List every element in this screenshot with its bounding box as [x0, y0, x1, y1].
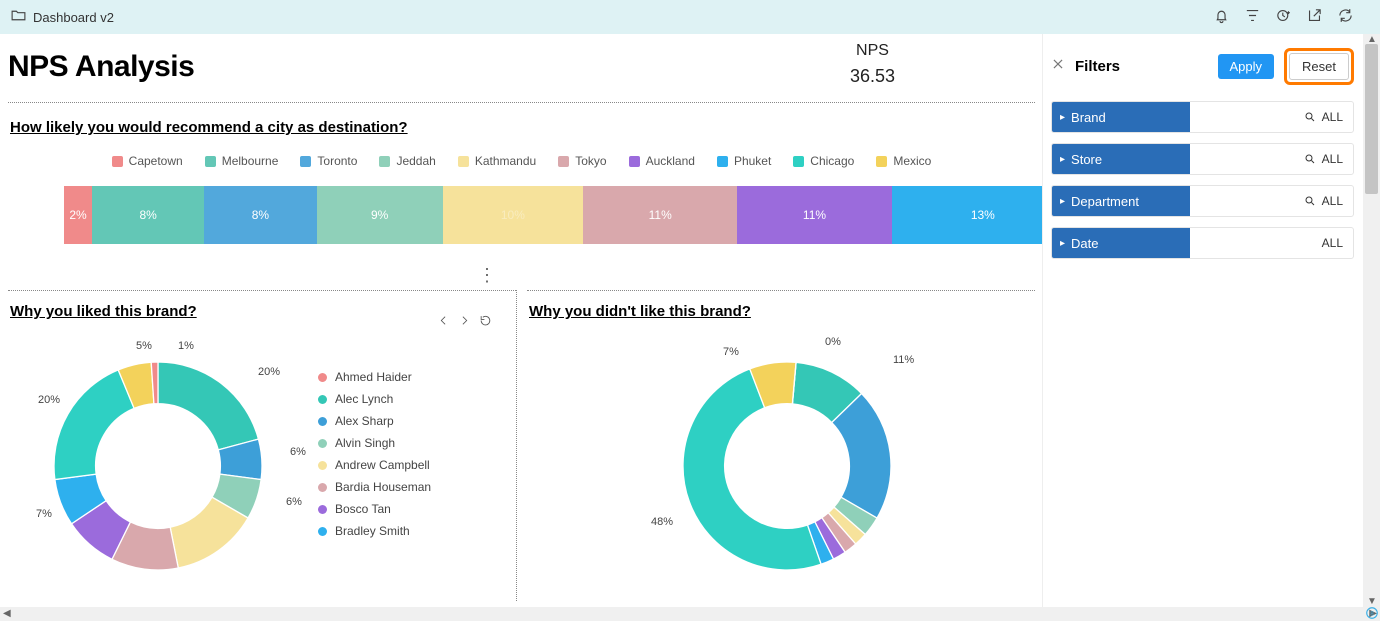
donut-pct-label: 20% — [38, 394, 60, 406]
apply-button[interactable]: Apply — [1218, 54, 1275, 79]
filter-item-brand[interactable]: ▸Brand ALL — [1051, 101, 1354, 133]
stacked-segment: 2% — [64, 186, 92, 244]
topbar: Dashboard v2 — [0, 0, 1380, 34]
legend-item[interactable]: Bosco Tan — [318, 498, 431, 520]
legend-item[interactable]: Capetown — [112, 154, 183, 168]
donut-pct-label: 7% — [723, 346, 739, 358]
legend-item[interactable]: Chicago — [793, 154, 854, 168]
stacked-segment: 10% — [443, 186, 583, 244]
filter-item-date[interactable]: ▸Date ALL — [1051, 227, 1354, 259]
legend-item[interactable]: Auckland — [629, 154, 695, 168]
more-icon[interactable]: ⋮ — [478, 270, 496, 280]
legend-item[interactable]: Alec Lynch — [318, 388, 431, 410]
next-icon[interactable] — [458, 314, 471, 332]
stacked-bar-legend: Capetown Melbourne Toronto Jeddah Kathmandu T… — [8, 154, 1035, 168]
donut-dislike-chart — [657, 336, 917, 596]
stacked-segment: 8% — [204, 186, 316, 244]
stacked-bar-title: How likely you would recommend a city as… — [8, 119, 1035, 136]
nps-value: 36.53 — [850, 66, 895, 87]
filter-item-department[interactable]: ▸Department ALL — [1051, 185, 1354, 217]
legend-item[interactable]: Bradley Smith — [318, 520, 431, 542]
reload-icon[interactable] — [479, 314, 492, 332]
bell-icon[interactable] — [1213, 7, 1230, 27]
donut-pct-label: 48% — [651, 516, 673, 528]
legend-item[interactable]: Tokyo — [558, 154, 606, 168]
donut-dislike-title: Why you didn't like this brand? — [527, 303, 1035, 320]
legend-item[interactable]: Alex Sharp — [318, 410, 431, 432]
clock-add-icon[interactable] — [1275, 7, 1292, 27]
donut-like-legend: Ahmed HaiderAlec LynchAlex SharpAlvin Si… — [288, 336, 431, 601]
donut-pct-label: 20% — [258, 366, 280, 378]
stacked-segment: 11% — [737, 186, 891, 244]
filters-title: Filters — [1075, 58, 1120, 75]
stacked-segment: 8% — [92, 186, 204, 244]
tab-title: Dashboard v2 — [33, 10, 114, 25]
legend-item[interactable]: Toronto — [300, 154, 357, 168]
close-icon[interactable] — [1051, 57, 1065, 76]
legend-item[interactable]: Phuket — [717, 154, 771, 168]
nps-kpi: NPS 36.53 — [850, 42, 1035, 87]
stacked-bar-chart: 2%8%8%9%10%11%11%13% — [64, 186, 1074, 244]
folder-icon — [10, 7, 27, 27]
donut-pct-label: 1% — [178, 340, 194, 352]
corner-badge-icon: 8 — [1365, 606, 1379, 620]
stacked-segment: 11% — [583, 186, 737, 244]
page-title: NPS Analysis — [8, 42, 194, 98]
stacked-segment: 9% — [317, 186, 443, 244]
nps-label: NPS — [850, 42, 895, 60]
export-icon[interactable] — [1306, 7, 1323, 27]
filter-icon[interactable] — [1244, 7, 1261, 27]
dashboard-content: NPS Analysis NPS 36.53 How likely you wo… — [0, 34, 1035, 607]
vertical-scrollbar[interactable]: ▲ ▼ — [1363, 34, 1380, 607]
legend-item[interactable]: Melbourne — [205, 154, 279, 168]
donut-pct-label: 0% — [825, 336, 841, 348]
svg-text:8: 8 — [1370, 610, 1374, 617]
legend-item[interactable]: Kathmandu — [458, 154, 536, 168]
legend-item[interactable]: Ahmed Haider — [318, 366, 431, 388]
legend-item[interactable]: Bardia Houseman — [318, 476, 431, 498]
filters-panel: Filters Apply Reset ▸Brand ALL ▸Store ALL… — [1042, 34, 1362, 607]
legend-item[interactable]: Alvin Singh — [318, 432, 431, 454]
horizontal-scrollbar[interactable]: ◀▶ — [0, 607, 1380, 621]
donut-pct-label: 5% — [136, 340, 152, 352]
legend-item[interactable]: Jeddah — [379, 154, 435, 168]
donut-pct-label: 6% — [286, 496, 302, 508]
reset-button[interactable]: Reset — [1289, 53, 1349, 80]
legend-item[interactable]: Mexico — [876, 154, 931, 168]
legend-item[interactable]: Andrew Campbell — [318, 454, 431, 476]
donut-pct-label: 11% — [893, 354, 914, 366]
donut-pct-label: 7% — [36, 508, 52, 520]
filter-item-store[interactable]: ▸Store ALL — [1051, 143, 1354, 175]
donut-pct-label: 6% — [290, 446, 306, 458]
prev-icon[interactable] — [437, 314, 450, 332]
refresh-icon[interactable] — [1337, 7, 1354, 27]
donut-like-chart — [28, 336, 288, 596]
reset-highlight: Reset — [1284, 48, 1354, 85]
